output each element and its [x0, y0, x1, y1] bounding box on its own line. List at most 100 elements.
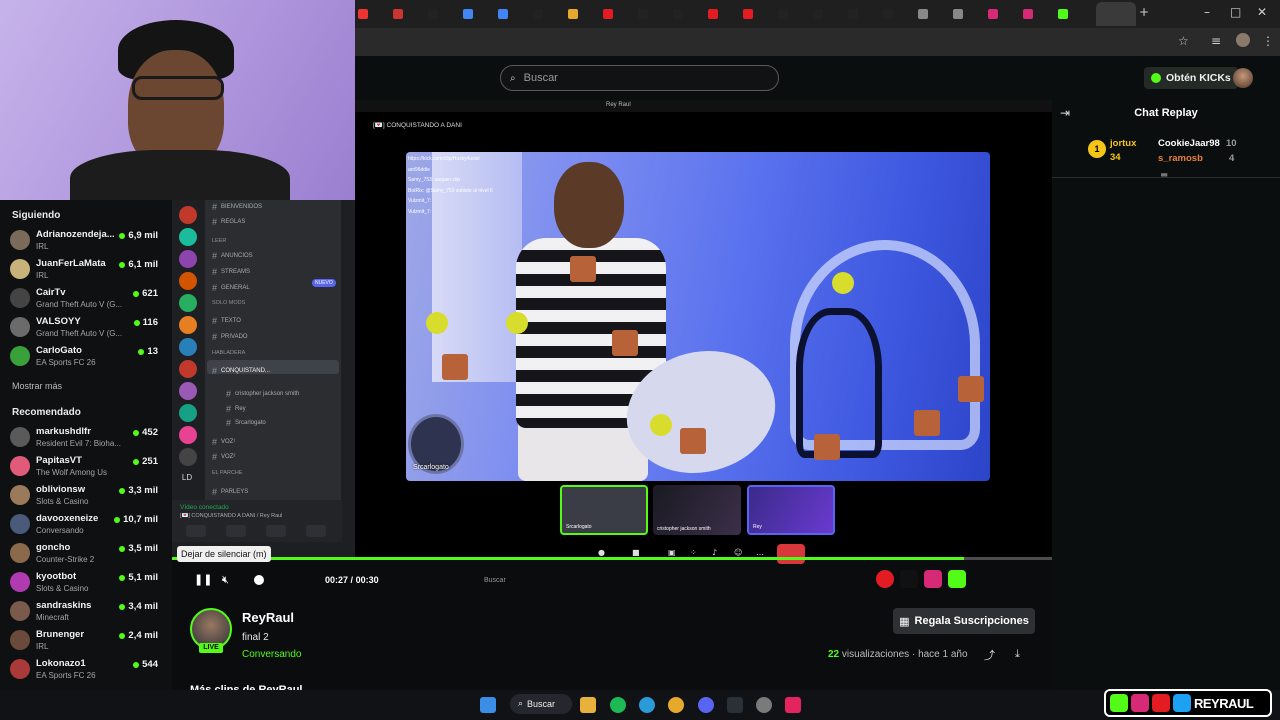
taskbar-search[interactable]: ⌕ Buscar: [510, 694, 572, 714]
leaderboard-user[interactable]: CookieJaar98: [1158, 138, 1220, 149]
spotify-icon[interactable]: [610, 697, 626, 713]
discord-server-icon[interactable]: [179, 382, 197, 400]
activities-icon[interactable]: ⁘: [690, 548, 697, 557]
browser-tab[interactable]: [953, 6, 977, 22]
vc-soundboard-button[interactable]: [306, 525, 326, 537]
camera-icon[interactable]: ■: [632, 548, 640, 557]
vc-activity-button[interactable]: [266, 525, 286, 537]
media-controls-icon[interactable]: ≡: [1211, 34, 1221, 48]
sidebar-channel[interactable]: JuanFerLaMata IRL 6,1 mil: [10, 257, 162, 285]
search-input[interactable]: ⌕ Buscar: [500, 65, 779, 91]
discord-channel[interactable]: # BIENVENIDOS: [212, 202, 262, 212]
sidebar-channel[interactable]: kyootbot Slots & Casino 5,1 mil: [10, 570, 162, 598]
discord-channel[interactable]: # Rey: [226, 404, 246, 414]
muted-volume-icon[interactable]: 🔇︎: [222, 573, 229, 587]
discord-server-icon[interactable]: [179, 338, 197, 356]
soundboard-icon[interactable]: ♪: [712, 548, 717, 557]
participant-thumb[interactable]: cristopher jackson smith: [653, 485, 741, 535]
download-icon[interactable]: ⤓: [1015, 647, 1020, 661]
discord-server-icon[interactable]: [179, 316, 197, 334]
new-tab-icon[interactable]: +: [1139, 5, 1149, 19]
windows-start-icon[interactable]: [480, 697, 496, 713]
mic-icon[interactable]: ●: [598, 548, 605, 557]
browser-tab[interactable]: [603, 6, 627, 22]
vc-camera-button[interactable]: [186, 525, 206, 537]
browser-tab[interactable]: [918, 6, 942, 22]
browser-tab[interactable]: [533, 6, 557, 22]
sidebar-channel[interactable]: Brunenger IRL 2,4 mil: [10, 628, 162, 656]
pause-icon[interactable]: ❚❚: [194, 573, 212, 586]
discord-server-icon[interactable]: [179, 426, 197, 444]
get-kicks-button[interactable]: Obtén KICKs: [1144, 67, 1238, 89]
discord-channel[interactable]: # REGLAS: [212, 217, 245, 227]
browser-tab[interactable]: [813, 6, 837, 22]
profile-icon[interactable]: [1236, 33, 1250, 47]
browser-menu-icon[interactable]: ⋮: [1262, 34, 1274, 48]
browser-tab[interactable]: [988, 6, 1012, 22]
browser-tab[interactable]: [463, 6, 487, 22]
server-initials[interactable]: LD: [177, 473, 197, 487]
sidebar-channel[interactable]: davooxeneize Conversando 10,7 mil: [10, 512, 162, 540]
browser-tab[interactable]: [708, 6, 732, 22]
active-tab[interactable]: [1096, 2, 1136, 26]
browser-tab[interactable]: [498, 6, 522, 22]
sidebar-channel[interactable]: PapitasVT The Wolf Among Us 251: [10, 454, 162, 482]
discord-channel[interactable]: # VOZ¹: [212, 437, 235, 447]
browser-tab[interactable]: [428, 6, 452, 22]
discord-category[interactable]: EL PARCHE: [212, 470, 243, 476]
participant-thumb[interactable]: Rey: [747, 485, 835, 535]
browser-tab[interactable]: [848, 6, 872, 22]
sidebar-channel[interactable]: VALSOYY Grand Theft Auto V (G... 116: [10, 315, 162, 343]
streamer-name[interactable]: ReyRaul: [242, 610, 294, 625]
disconnect-button[interactable]: [777, 544, 805, 564]
discord-channel[interactable]: # STREAMS: [212, 267, 250, 277]
sidebar-channel[interactable]: goncho Counter-Strike 2 3,5 mil: [10, 541, 162, 569]
tiktok-app-icon[interactable]: [785, 697, 801, 713]
sidebar-channel[interactable]: sandraskins Minecraft 3,4 mil: [10, 599, 162, 627]
bookmark-star-icon[interactable]: ☆: [1178, 34, 1189, 48]
discord-server-icon[interactable]: [179, 404, 197, 422]
discord-server-icon[interactable]: [179, 360, 197, 378]
browser-tab[interactable]: [883, 6, 907, 22]
discord-channel[interactable]: # GENERAL: [212, 283, 250, 293]
browser-tab[interactable]: [568, 6, 592, 22]
browser-tab[interactable]: [778, 6, 802, 22]
participant-thumb[interactable]: Srcarlogato: [560, 485, 648, 535]
discord-category[interactable]: HABLADERA: [212, 350, 245, 356]
emoji-icon[interactable]: ☺: [734, 548, 742, 557]
app-icon[interactable]: [756, 697, 772, 713]
minimize-icon[interactable]: –: [1204, 5, 1210, 19]
sidebar-channel[interactable]: oblivionsw Slots & Casino 3,3 mil: [10, 483, 162, 511]
browser-tab[interactable]: [358, 6, 382, 22]
discord-channel[interactable]: # ANUNCIOS: [212, 251, 253, 261]
chrome-icon[interactable]: [668, 697, 684, 713]
terminal-icon[interactable]: [727, 697, 743, 713]
clip-category[interactable]: Conversando: [242, 649, 301, 660]
discord-server-icon[interactable]: [179, 448, 197, 466]
browser-tab[interactable]: [1023, 6, 1047, 22]
discord-server-icon[interactable]: [179, 294, 197, 312]
volume-slider-knob[interactable]: [254, 575, 264, 585]
discord-channel[interactable]: # cristopher jackson smith: [226, 389, 299, 399]
sidebar-channel[interactable]: Lokonazo1 EA Sports FC 26 544: [10, 657, 162, 685]
sidebar-channel[interactable]: CarloGato EA Sports FC 26 13: [10, 344, 162, 372]
gift-subs-button[interactable]: ▦ Regala Suscripciones: [893, 608, 1035, 634]
discord-server-icon[interactable]: [179, 272, 197, 290]
user-avatar[interactable]: [1233, 68, 1253, 88]
leaderboard-user[interactable]: jortux: [1110, 138, 1136, 149]
discord-channel[interactable]: # Srcarlogato: [226, 418, 266, 428]
close-window-icon[interactable]: ✕: [1257, 5, 1267, 19]
discord-channel[interactable]: # VOZ²: [212, 452, 235, 462]
discord-category[interactable]: SOLO MODS: [212, 300, 245, 306]
discord-category[interactable]: LEER: [212, 238, 226, 244]
discord-channel[interactable]: # PARLEYS: [212, 487, 248, 497]
sidebar-channel[interactable]: CairTv Grand Theft Auto V (G... 621: [10, 286, 162, 314]
browser-tab[interactable]: [393, 6, 417, 22]
discord-icon[interactable]: [698, 697, 714, 713]
show-more-link[interactable]: Mostrar más: [12, 381, 62, 391]
edge-icon[interactable]: [639, 697, 655, 713]
browser-tab[interactable]: [673, 6, 697, 22]
vc-share-button[interactable]: [226, 525, 246, 537]
browser-tab[interactable]: [743, 6, 767, 22]
sidebar-channel[interactable]: Adrianozendeja... IRL 6,9 mil: [10, 228, 162, 256]
